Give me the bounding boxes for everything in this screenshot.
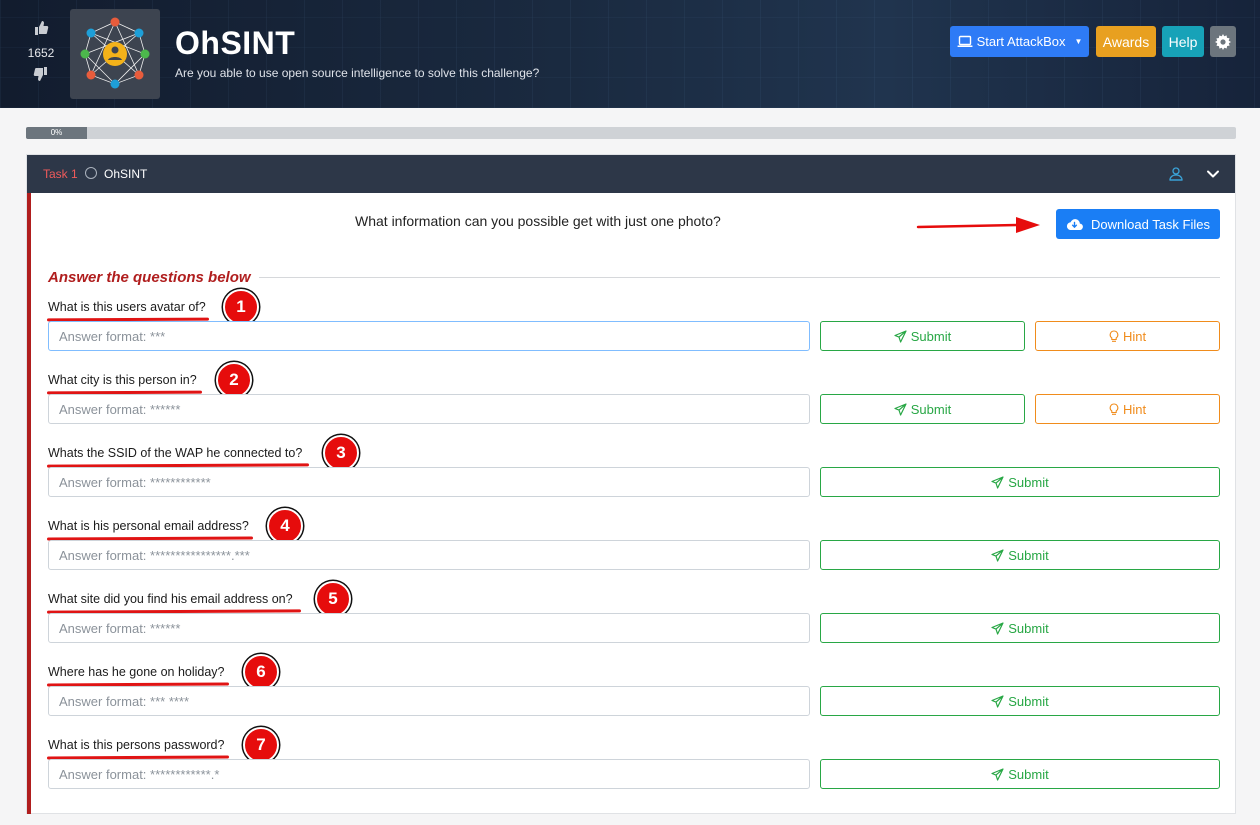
- lightbulb-icon: [1109, 329, 1119, 343]
- paper-plane-icon: [991, 767, 1004, 781]
- paper-plane-icon: [991, 694, 1004, 708]
- paper-plane-icon: [991, 548, 1004, 562]
- paper-plane-icon: [991, 475, 1004, 489]
- hint-button[interactable]: Hint: [1035, 321, 1220, 351]
- annotation-number-badge: 1: [223, 289, 259, 325]
- annotation-number-badge: 2: [216, 362, 252, 398]
- submit-button[interactable]: Submit: [820, 759, 1220, 789]
- room-progress-bar: 0%: [26, 127, 1236, 139]
- user-group-icon[interactable]: [1167, 165, 1185, 183]
- submit-label: Submit: [1008, 547, 1049, 563]
- answer-input[interactable]: [48, 540, 810, 570]
- annotation-number-badge: 5: [315, 581, 351, 617]
- chevron-down-icon[interactable]: [1204, 165, 1222, 183]
- download-task-files-button[interactable]: Download Task Files: [1056, 209, 1220, 239]
- task-intro: What information can you possible get wi…: [355, 213, 721, 229]
- question-text: Where has he gone on holiday?: [48, 665, 225, 679]
- room-header: 1652 OhSINT Are you able to use open sou…: [0, 0, 1260, 108]
- laptop-icon: [957, 35, 973, 48]
- answer-input[interactable]: [48, 686, 810, 716]
- progress-fill: 0%: [26, 127, 87, 139]
- submit-label: Submit: [1008, 474, 1049, 490]
- gear-icon: [1215, 33, 1231, 50]
- task-name: OhSINT: [104, 167, 148, 181]
- room-subtitle: Are you able to use open source intellig…: [175, 66, 540, 80]
- awards-button[interactable]: Awards: [1096, 26, 1156, 57]
- settings-button[interactable]: [1210, 26, 1236, 57]
- submit-button[interactable]: Submit: [820, 394, 1025, 424]
- question-text: What is this persons password?: [48, 738, 225, 752]
- room-logo-icon: [70, 9, 160, 99]
- submit-button[interactable]: Submit: [820, 321, 1025, 351]
- start-attackbox-button[interactable]: Start AttackBox ▼: [950, 26, 1089, 57]
- question-text: Whats the SSID of the WAP he connected t…: [48, 446, 303, 460]
- submit-label: Submit: [1008, 766, 1049, 782]
- answer-input[interactable]: [48, 613, 810, 643]
- submit-button[interactable]: Submit: [820, 613, 1220, 643]
- hint-button[interactable]: Hint: [1035, 394, 1220, 424]
- submit-button[interactable]: Submit: [820, 467, 1220, 497]
- annotation-number-badge: 3: [323, 435, 359, 471]
- submit-button[interactable]: Submit: [820, 686, 1220, 716]
- answers-divider: [259, 277, 1220, 278]
- vote-panel: 1652: [22, 20, 60, 84]
- question-text: What city is this person in?: [48, 373, 197, 387]
- submit-label: Submit: [910, 401, 952, 417]
- annotation-arrow: [916, 217, 1040, 233]
- cloud-download-icon: [1066, 218, 1083, 231]
- annotation-number-badge: 7: [243, 727, 279, 763]
- task-header[interactable]: Task 1 OhSINT: [27, 155, 1235, 193]
- task-number: Task 1: [43, 167, 78, 181]
- answer-input[interactable]: [48, 759, 810, 789]
- annotation-number-badge: 6: [243, 654, 279, 690]
- thumbs-down-icon[interactable]: [22, 66, 60, 84]
- paper-plane-icon: [894, 402, 907, 416]
- question-text: What is his personal email address?: [48, 519, 249, 533]
- answers-heading: Answer the questions below: [48, 269, 251, 286]
- submit-label: Submit: [910, 328, 952, 344]
- answer-input[interactable]: [48, 467, 810, 497]
- submit-label: Submit: [1008, 620, 1049, 636]
- progress-label: 0%: [50, 128, 63, 137]
- hint-label: Hint: [1122, 401, 1147, 417]
- thumbs-up-icon[interactable]: [22, 20, 60, 38]
- task-status-radio: [85, 167, 97, 179]
- hint-label: Hint: [1122, 328, 1147, 344]
- question-text: What is this users avatar of?: [48, 300, 206, 314]
- question-text: What site did you find his email address…: [48, 592, 293, 606]
- answer-input[interactable]: [48, 321, 810, 351]
- start-attackbox-label: Start AttackBox: [976, 34, 1066, 49]
- caret-down-icon[interactable]: ▼: [1074, 37, 1082, 46]
- upvote-count: 1652: [27, 46, 55, 60]
- task-body: What information can you possible get wi…: [27, 193, 1235, 814]
- help-button[interactable]: Help: [1162, 26, 1204, 57]
- lightbulb-icon: [1109, 402, 1119, 416]
- paper-plane-icon: [991, 621, 1004, 635]
- answer-input[interactable]: [48, 394, 810, 424]
- submit-label: Submit: [1008, 693, 1049, 709]
- annotation-number-badge: 4: [267, 508, 303, 544]
- download-task-files-label: Download Task Files: [1091, 216, 1210, 232]
- room-title: OhSINT: [175, 25, 296, 61]
- paper-plane-icon: [894, 329, 907, 343]
- task-card: Task 1 OhSINT What information can you p…: [26, 154, 1236, 814]
- submit-button[interactable]: Submit: [820, 540, 1220, 570]
